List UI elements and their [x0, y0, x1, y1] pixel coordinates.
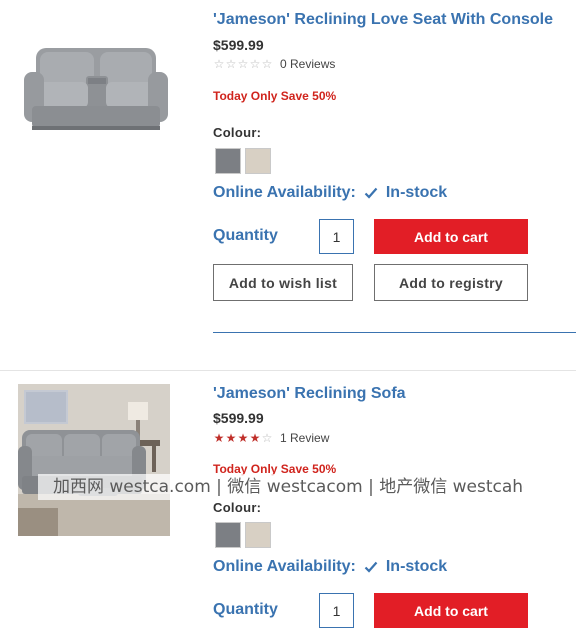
star-empty-icon: ☆ [261, 57, 273, 71]
promo-text: Today Only Save 50% [213, 89, 337, 103]
star-filled-icon: ★ [225, 431, 237, 445]
quantity-input[interactable] [319, 219, 354, 254]
product-image-sofa[interactable] [18, 384, 170, 536]
product-title[interactable]: 'Jameson' Reclining Love Seat With Conso… [213, 11, 553, 29]
star-filled-icon: ★ [237, 431, 249, 445]
availability-label: Online Availability: [213, 558, 356, 575]
star-empty-icon: ☆ [249, 57, 261, 71]
product-card-sofa: 'Jameson' Reclining Sofa $599.99 ★ ★ ★ ★… [0, 372, 576, 633]
review-count[interactable]: 0 Reviews [280, 57, 335, 71]
online-availability: Online Availability: In-stock [213, 184, 447, 202]
add-to-cart-button[interactable]: Add to cart [374, 593, 528, 628]
availability-status: In-stock [385, 184, 448, 201]
quantity-label: Quantity [213, 601, 278, 618]
star-filled-icon: ★ [213, 431, 225, 445]
colour-label: Colour: [213, 125, 262, 140]
product-price: $599.99 [213, 410, 264, 426]
quantity-input[interactable] [319, 593, 354, 628]
divider [213, 332, 576, 333]
product-image-love-seat[interactable] [18, 38, 170, 138]
watermark-overlay: 加西网 westca.com | 微信 westcacom | 地产微信 wes… [38, 474, 524, 500]
star-empty-icon: ☆ [225, 57, 237, 71]
add-to-registry-button[interactable]: Add to registry [374, 264, 528, 301]
star-empty-icon: ☆ [237, 57, 249, 71]
product-card-love-seat: 'Jameson' Reclining Love Seat With Conso… [0, 0, 576, 370]
review-count[interactable]: 1 Review [280, 431, 329, 445]
product-price: $599.99 [213, 37, 264, 53]
product-separator [0, 370, 576, 371]
star-filled-icon: ★ [249, 431, 261, 445]
colour-swatch-grey[interactable] [215, 522, 241, 548]
checkmark-icon [364, 561, 378, 573]
colour-swatch-beige[interactable] [245, 148, 271, 174]
availability-status: In-stock [385, 558, 448, 575]
availability-label: Online Availability: [213, 184, 356, 201]
star-empty-icon: ☆ [213, 57, 225, 71]
star-empty-icon: ☆ [261, 431, 273, 445]
colour-label: Colour: [213, 500, 262, 515]
online-availability: Online Availability: In-stock [213, 558, 447, 576]
add-to-wish-list-button[interactable]: Add to wish list [213, 264, 353, 301]
colour-swatch-grey[interactable] [215, 148, 241, 174]
checkmark-icon [364, 187, 378, 199]
add-to-cart-button[interactable]: Add to cart [374, 219, 528, 254]
colour-swatch-beige[interactable] [245, 522, 271, 548]
quantity-label: Quantity [213, 227, 278, 244]
product-title[interactable]: 'Jameson' Reclining Sofa [213, 385, 406, 403]
star-rating[interactable]: ★ ★ ★ ★ ☆ 1 Review [213, 431, 330, 445]
star-rating[interactable]: ☆ ☆ ☆ ☆ ☆ 0 Reviews [213, 57, 336, 71]
